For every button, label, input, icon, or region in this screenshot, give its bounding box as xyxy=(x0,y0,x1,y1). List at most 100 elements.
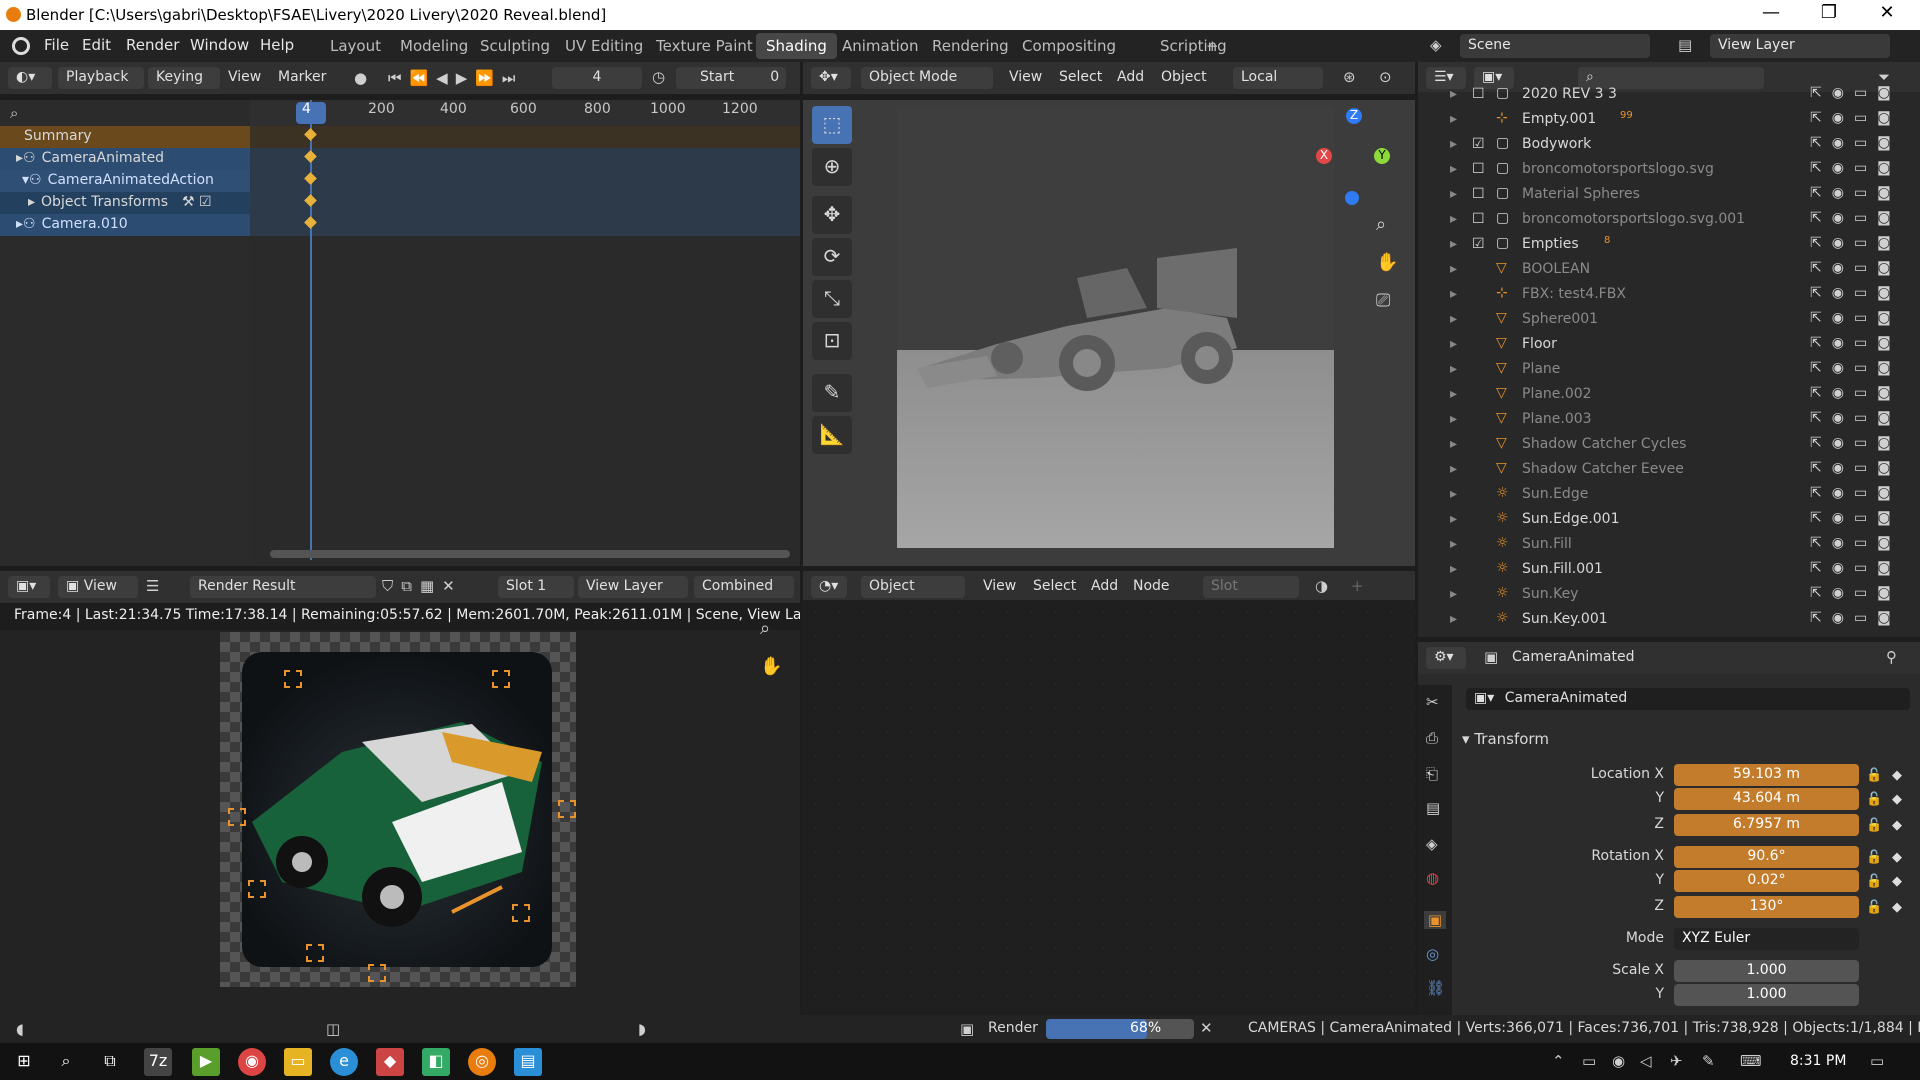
node-select-menu[interactable]: Select xyxy=(1033,578,1076,594)
battery-icon[interactable]: ▭ xyxy=(1582,1052,1596,1070)
outliner-row[interactable]: ▸ ☐ ▢ broncomotorsportslogo.svg ⇱◉▭◙ xyxy=(1418,157,1920,182)
visibility-toggles-icon[interactable]: ⇱◉▭◙ xyxy=(1810,410,1910,426)
editor-type-3d[interactable]: ✥▾ xyxy=(811,67,851,89)
world-tab-icon[interactable]: ◍ xyxy=(1426,869,1439,887)
tab-texture-paint[interactable]: Texture Paint xyxy=(646,33,763,59)
wrench-icon[interactable]: ⚒ ☑ xyxy=(182,194,212,210)
outliner-row[interactable]: ▸ ☼ Sun.Edge ⇱◉▭◙ xyxy=(1418,482,1920,507)
visibility-toggles-icon[interactable]: ⇱◉▭◙ xyxy=(1810,435,1910,451)
outliner-item-name[interactable]: Floor xyxy=(1522,336,1557,352)
tool-tab-icon[interactable]: ✂ xyxy=(1426,693,1439,711)
outliner-item-name[interactable]: Sun.Edge xyxy=(1522,486,1588,502)
tab-shading[interactable]: Shading xyxy=(756,33,837,59)
viewport-add-menu[interactable]: Add xyxy=(1117,69,1144,85)
visibility-toggles-icon[interactable]: ⇱◉▭◙ xyxy=(1810,335,1910,351)
stopwatch-icon[interactable]: ◷ xyxy=(652,68,665,86)
expand-icon[interactable]: ▸ xyxy=(1450,386,1457,402)
tab-animation[interactable]: Animation xyxy=(832,33,928,59)
tab-uv-editing[interactable]: UV Editing xyxy=(555,33,653,59)
collection-checkbox[interactable]: ☐ xyxy=(1472,161,1485,177)
visibility-toggles-icon[interactable]: ⇱◉▭◙ xyxy=(1810,235,1910,251)
dopesheet-timeline[interactable] xyxy=(250,100,800,566)
playback-menu[interactable]: Playback xyxy=(58,67,144,89)
channel-cameraanimated[interactable]: ▸⚇ CameraAnimated xyxy=(0,148,250,170)
lock-icon[interactable]: 🔓 xyxy=(1866,874,1882,889)
menu-window[interactable]: Window xyxy=(190,36,249,54)
app-icon[interactable]: ◉ xyxy=(238,1048,266,1076)
rotation-y-field[interactable]: 0.02° xyxy=(1674,870,1859,892)
shader-globe-icon[interactable]: ◑ xyxy=(1315,577,1328,595)
node-slot-dropdown[interactable]: Slot xyxy=(1203,576,1299,598)
blender-menu-icon[interactable] xyxy=(12,37,30,55)
node-node-menu[interactable]: Node xyxy=(1133,578,1170,594)
keyframe-diamond-icon[interactable]: ◆ xyxy=(1892,768,1902,783)
new-material-icon[interactable]: + xyxy=(1351,577,1364,595)
outliner-item-name[interactable]: FBX: test4.FBX xyxy=(1522,286,1626,302)
keyframe[interactable] xyxy=(304,216,317,229)
keyframe[interactable] xyxy=(304,128,317,141)
expand-icon[interactable]: ▸ xyxy=(1450,236,1457,252)
visibility-toggles-icon[interactable]: ⇱◉▭◙ xyxy=(1810,385,1910,401)
view-layer-tab-icon[interactable]: ▤ xyxy=(1426,799,1440,817)
visibility-toggles-icon[interactable]: ⇱◉▭◙ xyxy=(1810,110,1910,126)
view-layer-selector[interactable]: View Layer xyxy=(1710,34,1890,58)
outliner-row[interactable]: ▸ ▽ Sphere001 ⇱◉▭◙ xyxy=(1418,307,1920,332)
lock-icon[interactable]: 🔓 xyxy=(1866,818,1882,833)
view-menu[interactable]: View xyxy=(228,69,261,85)
outliner-item-name[interactable]: Sun.Fill.001 xyxy=(1522,561,1603,577)
node-editor-canvas[interactable] xyxy=(803,600,1415,1015)
outliner-row[interactable]: ▸ ▽ BOOLEAN ⇱◉▭◙ xyxy=(1418,257,1920,282)
visibility-toggles-icon[interactable]: ⇱◉▭◙ xyxy=(1810,535,1910,551)
outliner-item-name[interactable]: Sun.Edge.001 xyxy=(1522,511,1620,527)
visibility-toggles-icon[interactable]: ⇱◉▭◙ xyxy=(1810,285,1910,301)
tab-layout[interactable]: Layout xyxy=(320,33,391,59)
visibility-toggles-icon[interactable]: ⇱◉▭◙ xyxy=(1810,560,1910,576)
expand-icon[interactable]: ▸ xyxy=(1450,486,1457,502)
object-tab-icon[interactable]: ▣ xyxy=(1424,911,1446,929)
outliner-item-name[interactable]: Sun.Fill xyxy=(1522,536,1572,552)
editor-type-properties[interactable]: ⚙▾ xyxy=(1426,647,1466,669)
expand-icon[interactable]: ▸ xyxy=(1450,436,1457,452)
collection-checkbox[interactable]: ☐ xyxy=(1472,86,1485,102)
visibility-toggles-icon[interactable]: ⇱◉▭◙ xyxy=(1810,585,1910,601)
outliner-row[interactable]: ▸ ▽ Plane.003 ⇱◉▭◙ xyxy=(1418,407,1920,432)
outliner-item-name[interactable]: Empty.001 xyxy=(1522,111,1596,127)
outliner-row[interactable]: ▸ ☼ Sun.Key ⇱◉▭◙ xyxy=(1418,582,1920,607)
gizmo-z-axis[interactable]: Z xyxy=(1346,108,1362,124)
rotate-tool[interactable]: ⟳ xyxy=(812,238,852,276)
record-icon[interactable]: ● xyxy=(354,69,367,87)
playhead-handle[interactable] xyxy=(296,102,326,124)
outliner-row[interactable]: ▸ ☼ Sun.Key.001 ⇱◉▭◙ xyxy=(1418,607,1920,632)
current-frame-field[interactable]: 4 xyxy=(552,67,642,89)
rotation-x-field[interactable]: 90.6° xyxy=(1674,846,1859,868)
location-y-field[interactable]: 43.604 m xyxy=(1674,788,1859,810)
physics-tab-icon[interactable]: ◎ xyxy=(1426,945,1439,963)
keying-menu[interactable]: Keying xyxy=(148,67,220,89)
outliner-item-name[interactable]: Shadow Catcher Eevee xyxy=(1522,461,1684,477)
nvidia-icon[interactable]: ▶ xyxy=(192,1048,220,1076)
close-button[interactable]: ✕ xyxy=(1862,2,1912,23)
cancel-render-icon[interactable]: ✕ xyxy=(1200,1019,1213,1037)
collection-checkbox[interactable]: ☐ xyxy=(1472,186,1485,202)
expand-icon[interactable]: ▸ xyxy=(1450,211,1457,227)
outliner-row[interactable]: ▸ ☼ Sun.Edge.001 ⇱◉▭◙ xyxy=(1418,507,1920,532)
keyframe-diamond-icon[interactable]: ◆ xyxy=(1892,792,1902,807)
visibility-toggles-icon[interactable]: ⇱◉▭◙ xyxy=(1810,485,1910,501)
expand-icon[interactable]: ▸ xyxy=(1450,86,1457,102)
expand-icon[interactable]: ▸ xyxy=(1450,336,1457,352)
expand-icon[interactable]: ▸ xyxy=(1450,136,1457,152)
image-view-menu[interactable]: ▣ View xyxy=(58,576,138,598)
move-tool[interactable]: ✥ xyxy=(812,196,852,234)
channel-summary[interactable]: Summary xyxy=(0,126,250,148)
outliner-row[interactable]: ▸ ☼ Sun.Fill ⇱◉▭◙ xyxy=(1418,532,1920,557)
hamburger-menu-icon[interactable]: ☰ xyxy=(146,577,159,595)
blender-taskbar-icon[interactable]: ◎ xyxy=(468,1048,496,1076)
outliner-row[interactable]: ▸ ▽ Plane ⇱◉▭◙ xyxy=(1418,357,1920,382)
outliner-item-name[interactable]: Plane.003 xyxy=(1522,411,1592,427)
render-tab-icon[interactable]: ⎙ xyxy=(1426,729,1438,747)
menu-edit[interactable]: Edit xyxy=(82,36,111,54)
horizontal-scrollbar[interactable] xyxy=(270,550,790,558)
layer-dropdown[interactable]: View Layer xyxy=(578,576,688,598)
expand-icon[interactable]: ▸ xyxy=(1450,536,1457,552)
edge-icon[interactable]: e xyxy=(330,1048,358,1076)
